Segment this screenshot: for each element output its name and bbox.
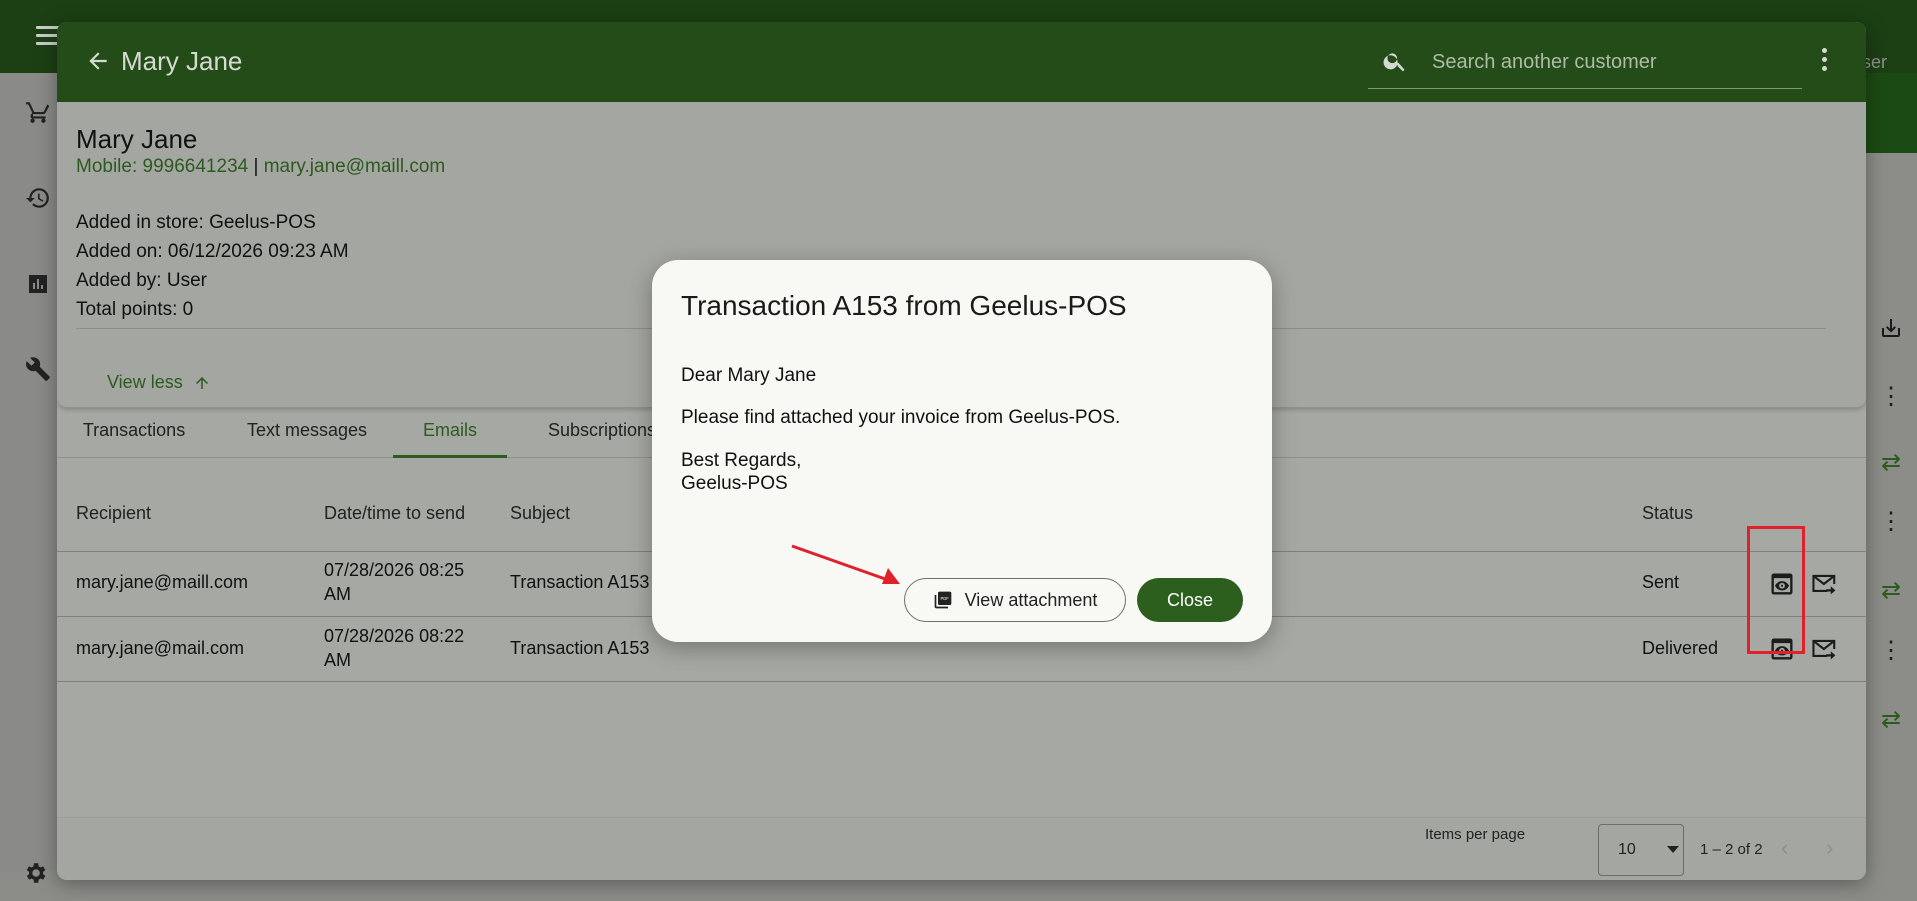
gear-icon[interactable]	[22, 860, 48, 893]
background-right-header	[1866, 73, 1917, 153]
reports-icon[interactable]	[22, 268, 54, 300]
items-per-page-label: Items per page	[1425, 826, 1526, 843]
row-datetime-line1: 07/28/2026 08:25	[324, 560, 465, 580]
contact-separator: |	[253, 156, 259, 177]
tools-icon[interactable]	[22, 353, 54, 385]
row-datetime-line2: AM	[324, 584, 351, 604]
header-status: Status	[1642, 503, 1694, 523]
row-subject: Transaction A153	[510, 638, 650, 658]
view-attachment-button[interactable]: PDF View attachment	[904, 578, 1126, 622]
more-options-icon[interactable]	[1820, 48, 1828, 74]
email-preview-dialog: Transaction A153 from Geelus-POS Dear Ma…	[652, 260, 1272, 642]
history-icon[interactable]	[22, 182, 54, 214]
tab-transactions[interactable]: Transactions	[69, 407, 199, 455]
items-per-page-value: 10	[1618, 841, 1636, 858]
email-body: Please find attached your invoice from G…	[681, 407, 1121, 428]
customer-contact: Mobile: 9996641234 | mary.jane@maill.com	[76, 156, 445, 178]
resend-email-icon[interactable]	[1810, 570, 1838, 598]
arrow-up-icon	[195, 376, 208, 389]
email-signoff: Best Regards,	[681, 450, 802, 471]
more-vert-icon[interactable]: ⋮	[1875, 380, 1907, 412]
total-points: Total points: 0	[76, 299, 194, 320]
cart-icon[interactable]	[22, 96, 54, 128]
view-attachment-label: View attachment	[964, 589, 1098, 610]
email-greeting: Dear Mary Jane	[681, 365, 817, 386]
view-less-label: View less	[107, 372, 183, 392]
customer-search[interactable]	[1368, 36, 1802, 89]
svg-text:PDF: PDF	[940, 596, 949, 601]
dialog-title: Transaction A153 from Geelus-POS	[681, 290, 1127, 321]
header-subject: Subject	[510, 503, 571, 523]
row-recipient: mary.jane@mail.com	[76, 638, 244, 658]
close-button[interactable]: Close	[1137, 578, 1243, 622]
row-status: Delivered	[1642, 638, 1719, 658]
view-less-button[interactable]: View less	[107, 372, 211, 393]
swap-icon[interactable]: ⇄	[1875, 446, 1907, 478]
header-recipient: Recipient	[76, 503, 152, 523]
added-in-store: Added in store: Geelus-POS	[76, 212, 316, 233]
panel-header: Mary Jane	[57, 22, 1866, 102]
customer-mobile: Mobile: 9996641234	[76, 156, 249, 177]
paginator	[57, 817, 1866, 880]
row-recipient: mary.jane@maill.com	[76, 572, 248, 592]
email-signature: Geelus-POS	[681, 473, 788, 494]
swap-icon[interactable]: ⇄	[1875, 703, 1907, 735]
added-on: Added on: 06/12/2026 09:23 AM	[76, 241, 349, 262]
background-right-pane	[1866, 73, 1917, 901]
annotation-highlight-box	[1747, 526, 1805, 654]
more-vert-icon[interactable]: ⋮	[1875, 634, 1907, 666]
pdf-icon: PDF	[934, 591, 951, 609]
header-datetime: Date/time to send	[324, 503, 466, 523]
row-datetime-line1: 07/28/2026 08:22	[324, 626, 465, 646]
row-datetime-line2: AM	[324, 650, 351, 670]
search-icon	[1382, 48, 1408, 74]
more-vert-icon[interactable]: ⋮	[1875, 505, 1907, 537]
back-arrow-icon[interactable]	[85, 48, 111, 74]
download-icon[interactable]	[1875, 312, 1907, 344]
added-by: Added by: User	[76, 270, 207, 291]
page-range: 1 – 2 of 2	[1700, 841, 1763, 858]
swap-icon[interactable]: ⇄	[1875, 574, 1907, 606]
row-status: Sent	[1642, 572, 1680, 592]
prev-page-icon[interactable]: ‹	[1781, 837, 1801, 859]
row-subject: Transaction A153	[510, 572, 650, 592]
panel-title: Mary Jane	[121, 46, 243, 76]
annotation-arrow	[791, 544, 900, 584]
next-page-icon[interactable]: ›	[1826, 837, 1846, 859]
resend-email-icon[interactable]	[1810, 635, 1838, 663]
search-input[interactable]	[1430, 46, 1794, 78]
customer-name: Mary Jane	[76, 124, 198, 154]
tab-text-messages[interactable]: Text messages	[227, 407, 387, 455]
chevron-down-icon	[1667, 846, 1679, 853]
customer-email[interactable]: mary.jane@maill.com	[264, 156, 446, 177]
tab-emails[interactable]: Emails	[393, 407, 507, 458]
